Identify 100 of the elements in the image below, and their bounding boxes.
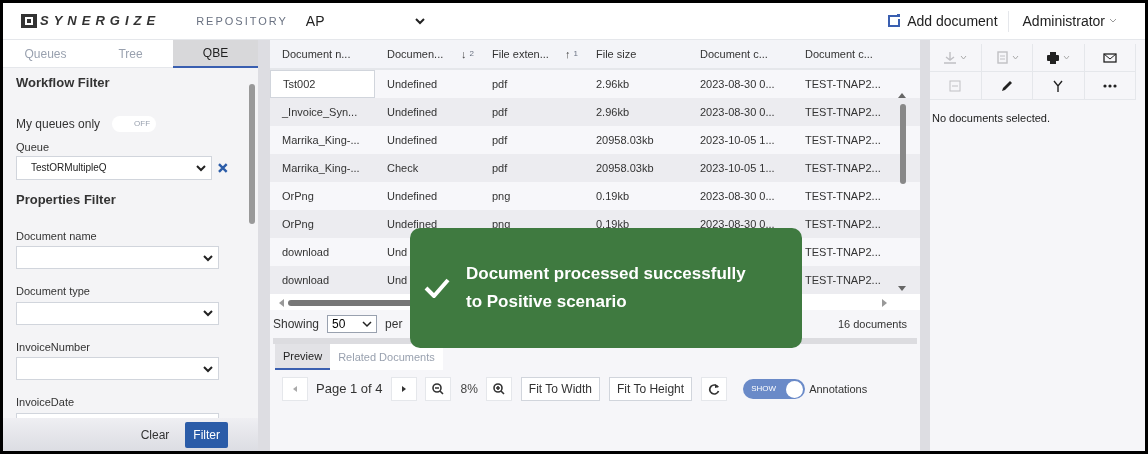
section-title: Workflow Filter bbox=[16, 74, 111, 93]
page-indicator: Page 1 of 4 bbox=[316, 380, 383, 399]
table-cell: Tst002 bbox=[270, 70, 375, 98]
table-cell-text: OrPng bbox=[281, 188, 315, 204]
table-cell-text: 2.96kb bbox=[596, 76, 630, 92]
stamp-icon bbox=[948, 78, 963, 93]
table-cell-text: 20958.03kb bbox=[596, 132, 654, 148]
select-field[interactable] bbox=[16, 412, 219, 418]
table-cell-text: 2023-08-30 0... bbox=[700, 216, 775, 232]
panel-splitter[interactable] bbox=[920, 40, 930, 451]
toast-message: Document processed successfully bbox=[466, 263, 746, 285]
queue-select[interactable]: TestORMultipleQ bbox=[16, 155, 213, 180]
repository-label: REPOSITORY bbox=[196, 13, 288, 29]
sort-order: 1 bbox=[573, 48, 578, 60]
column-header[interactable]: Documen... ↓ 2 bbox=[375, 40, 480, 68]
table-cell-text: Undefined bbox=[387, 132, 438, 148]
pagination-label: per bbox=[385, 316, 403, 333]
table-cell-text: Marrika_King-... bbox=[281, 160, 361, 176]
column-header[interactable]: Document n... bbox=[270, 40, 375, 68]
caret-icon bbox=[1063, 55, 1071, 60]
empty-message: No documents selected. bbox=[931, 111, 1051, 126]
table-cell-text: OrPng bbox=[281, 216, 315, 232]
table-cell-text: pdf bbox=[492, 160, 508, 176]
toggle-label: Annotations bbox=[809, 381, 868, 397]
fit-width-button[interactable]: Fit To Width bbox=[520, 377, 600, 401]
scroll-down-icon[interactable] bbox=[898, 286, 906, 292]
panel-tab[interactable]: QBE bbox=[173, 40, 258, 68]
table-cell-text: Undefined bbox=[387, 76, 438, 92]
user-menu[interactable]: Administrator bbox=[1022, 10, 1117, 32]
column-header[interactable]: Document c... bbox=[688, 40, 793, 68]
zoom-level: 8% bbox=[460, 381, 478, 398]
column-header[interactable]: Document c... bbox=[793, 40, 893, 68]
table-cell-text: TEST-TNAP2... bbox=[805, 188, 881, 204]
scrollbar-thumb[interactable] bbox=[900, 104, 906, 184]
mail-icon bbox=[1102, 50, 1117, 65]
table-cell-text: Undefined bbox=[387, 104, 438, 120]
pencil-icon bbox=[999, 78, 1014, 93]
preview-tab[interactable]: Preview bbox=[275, 344, 331, 370]
per-page-select[interactable]: 50 bbox=[327, 315, 378, 333]
refresh-button[interactable] bbox=[701, 377, 728, 401]
table-cell-text: Marrika_King-... bbox=[281, 132, 361, 148]
table-cell-text: Und bbox=[387, 244, 408, 260]
add-document-icon bbox=[887, 14, 902, 28]
table-cell-text: TEST-TNAP2... bbox=[805, 244, 881, 260]
repository-select[interactable]: AP bbox=[305, 10, 426, 32]
pagination-label: Showing bbox=[273, 316, 320, 333]
table-cell-text: Undefined bbox=[387, 188, 438, 204]
check-icon bbox=[424, 278, 450, 298]
table-cell-text: download bbox=[281, 272, 331, 288]
chevron-down-icon bbox=[362, 320, 373, 328]
scroll-left-icon[interactable] bbox=[278, 299, 284, 307]
select-field[interactable] bbox=[16, 357, 219, 380]
zoom-out-button[interactable] bbox=[424, 377, 451, 401]
table-cell-text: pdf bbox=[492, 104, 508, 120]
toast-message: to Positive scenario bbox=[466, 291, 628, 313]
table-cell-text: TEST-TNAP2... bbox=[805, 272, 881, 288]
zoom-in-button[interactable] bbox=[485, 377, 512, 401]
previous-page-button[interactable] bbox=[282, 377, 308, 401]
panel-splitter[interactable] bbox=[258, 40, 270, 451]
clear-button[interactable]: Clear bbox=[140, 425, 170, 444]
caret-icon bbox=[1109, 18, 1117, 24]
select-field[interactable] bbox=[16, 246, 219, 269]
toolbar-button[interactable] bbox=[1033, 44, 1085, 72]
table-cell-text: download bbox=[281, 244, 331, 260]
table-cell-text: 2023-10-05 1... bbox=[700, 160, 775, 176]
sort-order: 2 bbox=[469, 48, 474, 60]
zoom-in-icon bbox=[492, 383, 505, 395]
field-label: Queue bbox=[16, 140, 51, 155]
download-icon bbox=[943, 50, 958, 65]
table-cell-text: 20958.03kb bbox=[596, 160, 654, 176]
filter-button[interactable]: Filter bbox=[185, 421, 228, 448]
zoom-out-icon bbox=[431, 383, 444, 395]
fit-height-button[interactable]: Fit To Height bbox=[609, 377, 693, 401]
column-header[interactable]: File size bbox=[584, 40, 688, 68]
chevron-down-icon bbox=[202, 252, 214, 263]
next-page-button[interactable] bbox=[390, 377, 417, 401]
scroll-right-icon[interactable] bbox=[882, 299, 888, 307]
table-cell-text: Undefined bbox=[387, 216, 438, 232]
table-cell-text: TEST-TNAP2... bbox=[805, 160, 881, 176]
logo-icon bbox=[21, 14, 37, 28]
table-cell-text: 2023-08-30 0... bbox=[700, 76, 775, 92]
field-label: InvoiceNumber bbox=[16, 339, 91, 355]
table-cell-text: TEST-TNAP2... bbox=[805, 104, 881, 120]
table-cell-text: TEST-TNAP2... bbox=[805, 216, 881, 232]
table-cell-text: _Invoice_Syn... bbox=[281, 104, 359, 120]
sort-arrow: ↓ bbox=[461, 46, 467, 62]
field-label: Document type bbox=[16, 284, 91, 299]
table-cell-text: 2023-08-30 0... bbox=[700, 104, 775, 120]
column-header[interactable]: File exten... ↑ 1 bbox=[480, 40, 584, 68]
document-icon bbox=[994, 50, 1009, 65]
table-cell-text: Und bbox=[387, 272, 408, 288]
refresh-icon bbox=[708, 383, 721, 395]
table-cell-text: TEST-TNAP2... bbox=[805, 76, 881, 92]
select-field[interactable] bbox=[16, 301, 219, 325]
table-cell-text: 0.19kb bbox=[596, 216, 630, 232]
table-cell-text: 2023-08-30 0... bbox=[700, 188, 775, 204]
scrollbar-thumb[interactable] bbox=[249, 84, 255, 224]
add-document-button[interactable]: Add document bbox=[887, 10, 1009, 32]
chevron-down-icon bbox=[202, 308, 214, 318]
field-label: Document name bbox=[16, 228, 98, 244]
